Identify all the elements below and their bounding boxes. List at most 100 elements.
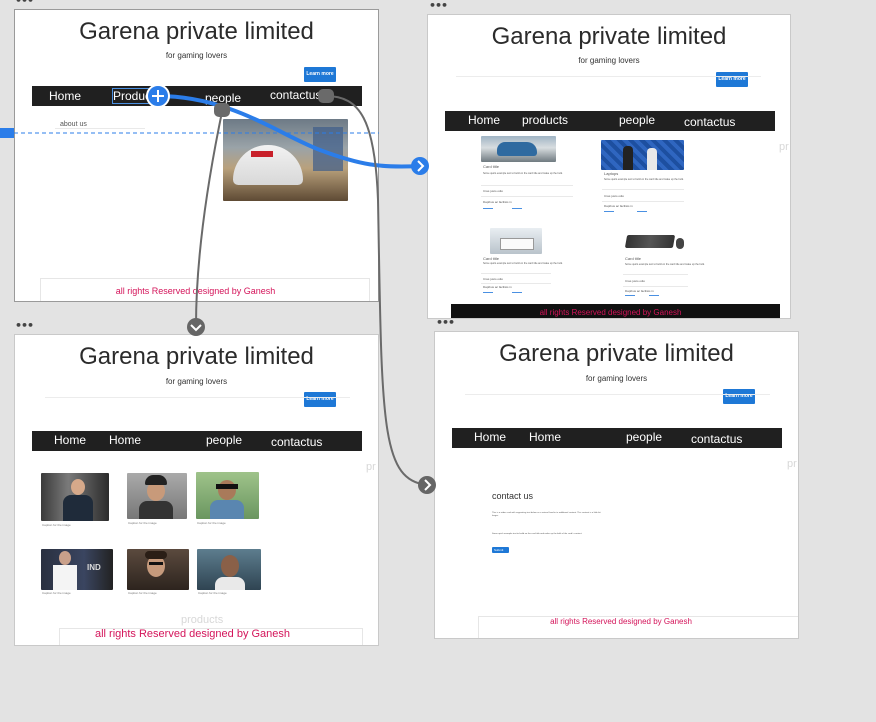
tagline: for gaming lovers bbox=[165, 377, 228, 386]
incoming-link-stub bbox=[0, 128, 14, 138]
contact-text: Some quick example text to build on the … bbox=[492, 533, 583, 535]
nav-people[interactable]: people bbox=[619, 113, 655, 127]
footer-text: all rights Reserved designed by Ganesh bbox=[550, 617, 692, 626]
card-link[interactable] bbox=[512, 208, 522, 209]
card-text: Some quick example text to build on the … bbox=[483, 262, 563, 265]
artboard-products[interactable]: Garena private limited for gaming lovers… bbox=[427, 14, 791, 319]
nav-people[interactable]: people bbox=[206, 433, 242, 447]
card-line bbox=[623, 286, 688, 287]
submit-button[interactable]: Submit bbox=[492, 547, 509, 553]
navbar: Home Home people contactus bbox=[32, 431, 362, 451]
learn-more-button[interactable]: Learn more bbox=[716, 72, 748, 87]
more-options-icon[interactable]: ••• bbox=[15, 0, 34, 7]
nav-contactus[interactable]: contactus bbox=[691, 432, 742, 446]
artboard-people[interactable]: Garena private limited for gaming lovers… bbox=[14, 334, 379, 646]
card-title: Card title bbox=[625, 256, 642, 261]
contact-text: This is a wider card with supporting tex… bbox=[492, 512, 601, 517]
card-title: Card title bbox=[483, 164, 500, 169]
card-title: Card title bbox=[483, 256, 500, 261]
person-photo bbox=[196, 472, 259, 519]
card-link[interactable] bbox=[637, 211, 647, 212]
person-photo bbox=[197, 549, 261, 590]
navbar: Home Home people contactus bbox=[452, 428, 782, 448]
image-caption: Caption for the image bbox=[42, 591, 71, 595]
chevron-down-glyph bbox=[190, 324, 202, 332]
keyboard-image bbox=[624, 230, 688, 254]
image-caption: Caption for the image bbox=[128, 591, 157, 595]
nav-contactus[interactable]: contactus bbox=[684, 115, 735, 129]
footer-text: all rights Reserved designed by Ganesh bbox=[94, 628, 291, 640]
divider bbox=[465, 394, 770, 395]
card-line bbox=[481, 273, 551, 274]
card-title: Laptops bbox=[604, 171, 619, 176]
about-us-label: about us bbox=[60, 121, 87, 128]
learn-more-button[interactable]: Learn more bbox=[723, 389, 755, 404]
car-image bbox=[481, 136, 556, 162]
contact-heading: contact us bbox=[492, 491, 534, 501]
card-link[interactable] bbox=[483, 208, 493, 209]
card-link[interactable] bbox=[483, 292, 493, 293]
ghost-text: products bbox=[181, 614, 224, 626]
learn-more-button[interactable]: Learn more bbox=[304, 67, 336, 82]
tagline: for gaming lovers bbox=[585, 374, 648, 383]
nav-home[interactable]: Home bbox=[54, 433, 86, 447]
submit-label: Submit bbox=[494, 548, 504, 552]
nav-people[interactable]: people bbox=[626, 430, 662, 444]
about-underline bbox=[55, 128, 145, 129]
event-image bbox=[601, 140, 684, 170]
office-image bbox=[223, 119, 348, 201]
learn-more-button[interactable]: Learn more bbox=[304, 392, 336, 407]
chevron-right-glyph bbox=[424, 479, 432, 491]
nav-home-2[interactable]: Home bbox=[109, 433, 141, 447]
card-link[interactable] bbox=[604, 211, 614, 212]
card-line bbox=[481, 185, 573, 186]
artboard-home[interactable]: Garena private limited for gaming lovers… bbox=[14, 9, 379, 302]
nav-contactus[interactable]: contactus bbox=[271, 435, 322, 449]
ghost-text: pr bbox=[779, 141, 789, 153]
card-line bbox=[602, 189, 684, 190]
nav-products[interactable]: Products bbox=[111, 88, 162, 104]
page-title: Garena private limited bbox=[79, 18, 314, 45]
person-photo bbox=[127, 473, 187, 519]
image-caption: Caption for the image bbox=[197, 521, 226, 525]
more-options-icon[interactable]: ••• bbox=[429, 0, 448, 12]
card-line bbox=[481, 283, 551, 284]
tagline: for gaming lovers bbox=[578, 56, 640, 65]
footer-text: all rights Reserved designed by Ganesh bbox=[115, 286, 276, 296]
card-list-item: Dapibus ac facilisis in bbox=[483, 200, 512, 204]
image-caption: Caption for the image bbox=[42, 523, 71, 527]
footer-text: all rights Reserved designed by Ganesh bbox=[539, 308, 682, 317]
page-title: Garena private limited bbox=[499, 340, 734, 367]
card-link[interactable] bbox=[649, 295, 659, 296]
nav-contactus[interactable]: contactus bbox=[270, 88, 321, 102]
nav-home[interactable]: Home bbox=[468, 113, 500, 127]
card-list-item: Dapibus ac facilisis in bbox=[625, 289, 654, 293]
more-options-icon[interactable]: ••• bbox=[436, 316, 455, 329]
ghost-text: pr bbox=[366, 461, 376, 473]
card-line bbox=[623, 274, 688, 275]
nav-home[interactable]: Home bbox=[474, 430, 506, 444]
divider bbox=[456, 76, 761, 77]
person-photo bbox=[41, 473, 109, 521]
nav-products[interactable]: products bbox=[522, 113, 568, 127]
card-text: Some quick example text to build on the … bbox=[604, 178, 684, 181]
nav-home[interactable]: Home bbox=[49, 89, 81, 103]
page-title: Garena private limited bbox=[79, 343, 314, 370]
navbar: Home products people contactus bbox=[445, 111, 775, 131]
image-caption: Caption for the image bbox=[128, 521, 157, 525]
card-line bbox=[481, 196, 573, 197]
artboard-contact[interactable]: Garena private limited for gaming lovers… bbox=[434, 331, 799, 639]
card-list-item: Dapibus ac facilisis in bbox=[604, 204, 633, 208]
nav-people[interactable]: people bbox=[205, 91, 241, 105]
more-options-icon[interactable]: ••• bbox=[15, 319, 34, 332]
image-caption: Caption for the image bbox=[198, 591, 227, 595]
nav-home-2[interactable]: Home bbox=[529, 430, 561, 444]
card-line bbox=[602, 201, 684, 202]
card-list-item: Cras justo odio bbox=[483, 189, 504, 193]
card-link[interactable] bbox=[512, 292, 522, 293]
tagline: for gaming lovers bbox=[165, 51, 228, 60]
chevron-right-glyph bbox=[417, 160, 425, 172]
card-link[interactable] bbox=[625, 295, 635, 296]
person-photo bbox=[127, 549, 189, 590]
card-list-item: Cras justo odio bbox=[604, 194, 625, 198]
